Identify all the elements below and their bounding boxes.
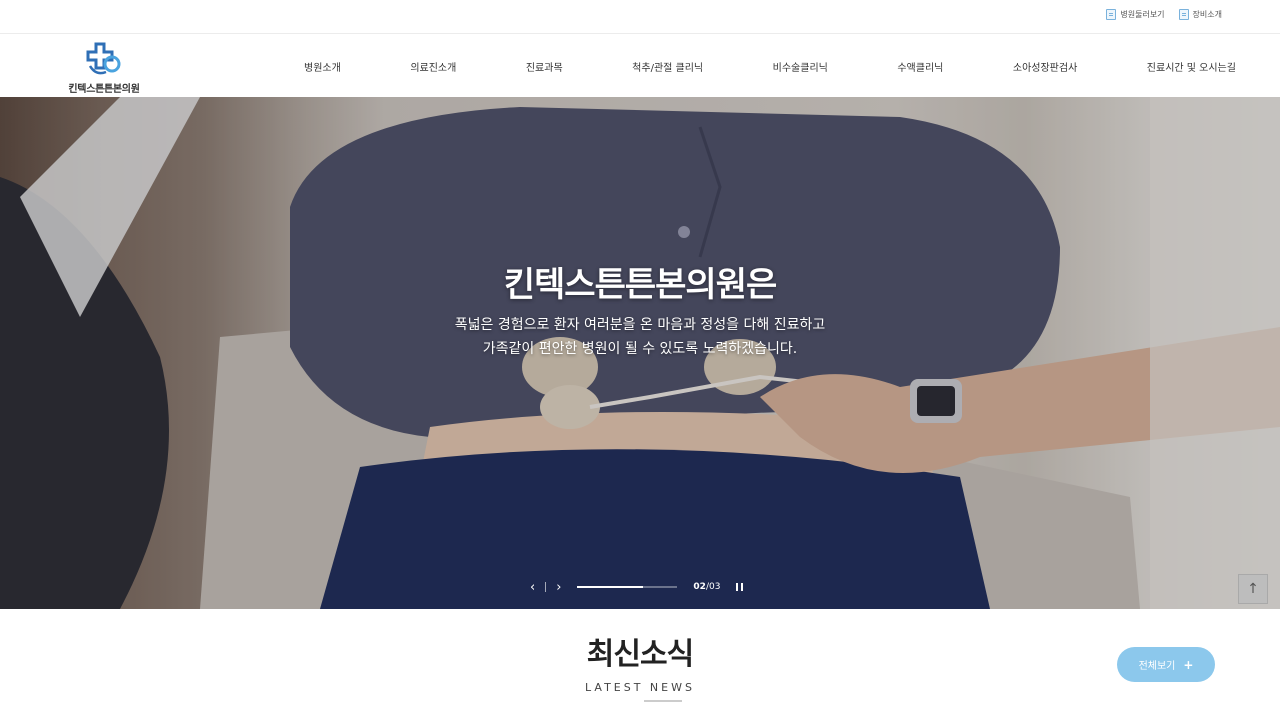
slide-counter: 02/03 (693, 582, 721, 592)
main-header: 킨텍스튼튼본의원 병원소개 의료진소개 진료과목 척추/관절 클리닉 비수술클리… (0, 35, 1280, 97)
main-nav: 병원소개 의료진소개 진료과목 척추/관절 클리닉 비수술클리닉 수액클리닉 소… (290, 35, 1250, 97)
scroll-top-button[interactable]: ↑ (1238, 574, 1268, 604)
hero-title: 킨텍스튼튼본의원은 (503, 265, 778, 305)
view-all-label: 전체보기 (1138, 661, 1176, 672)
slider-controls: ‹ › 02/03 (530, 579, 744, 595)
nav-item-hours-location[interactable]: 진료시간 및 오시는길 (1133, 59, 1250, 74)
current-slide: 02 (693, 582, 706, 592)
divider (545, 582, 547, 592)
logo-text: 킨텍스튼튼본의원 (68, 84, 140, 95)
total-slides: 03 (708, 582, 721, 592)
pause-icon[interactable] (736, 583, 744, 591)
view-all-button[interactable]: 전체보기 + (1117, 647, 1215, 682)
logo-mark-icon (86, 42, 121, 75)
utility-bar: 병원둘러보기 장비소개 (0, 0, 1280, 34)
logo[interactable]: 킨텍스튼튼본의원 (54, 38, 154, 95)
nav-item-growth-plate-test[interactable]: 소아성장판검사 (999, 59, 1091, 74)
hero-slider: 킨텍스튼튼본의원은 폭넓은 경험으로 환자 여러분을 온 마음과 정성을 다해 … (0, 97, 1280, 609)
nav-item-doctors[interactable]: 의료진소개 (396, 59, 470, 74)
chevron-right-icon[interactable]: › (556, 581, 561, 594)
nav-item-iv-clinic[interactable]: 수액클리닉 (883, 59, 957, 74)
util-link-label: 장비소개 (1192, 10, 1222, 19)
slide-progress-fill (577, 586, 644, 588)
utility-links: 병원둘러보기 장비소개 (1106, 9, 1222, 20)
hero-subtitle: 폭넓은 경험으로 환자 여러분을 온 마음과 정성을 다해 진료하고 가족같이 … (0, 313, 1280, 361)
chevron-left-icon[interactable]: ‹ (530, 581, 535, 594)
arrow-up-icon: ↑ (1247, 581, 1259, 597)
nav-item-departments[interactable]: 진료과목 (512, 59, 577, 74)
nav-item-spine-joint-clinic[interactable]: 척추/관절 클리닉 (618, 59, 717, 74)
title-underline (644, 700, 682, 702)
hero-subtitle-line: 가족같이 편안한 병원이 될 수 있도록 노력하겠습니다. (482, 341, 798, 357)
document-icon (1178, 9, 1189, 20)
plus-icon: + (1183, 657, 1194, 672)
section-title: 최신소식 (586, 637, 694, 672)
util-link-tour[interactable]: 병원둘러보기 (1106, 9, 1165, 20)
latest-news-section: 최신소식 LATEST NEWS 전체보기 + (0, 609, 1280, 720)
hero-subtitle-line: 폭넓은 경험으로 환자 여러분을 온 마음과 정성을 다해 진료하고 (454, 317, 826, 333)
document-icon (1106, 9, 1117, 20)
section-subtitle: LATEST NEWS (585, 681, 695, 694)
nav-item-hospital-intro[interactable]: 병원소개 (290, 59, 355, 74)
util-link-label: 병원둘러보기 (1120, 10, 1165, 19)
slide-progress-bar (577, 586, 678, 588)
util-link-equipment[interactable]: 장비소개 (1178, 9, 1222, 20)
nav-item-nonsurgical-clinic[interactable]: 비수술클리닉 (759, 59, 842, 74)
